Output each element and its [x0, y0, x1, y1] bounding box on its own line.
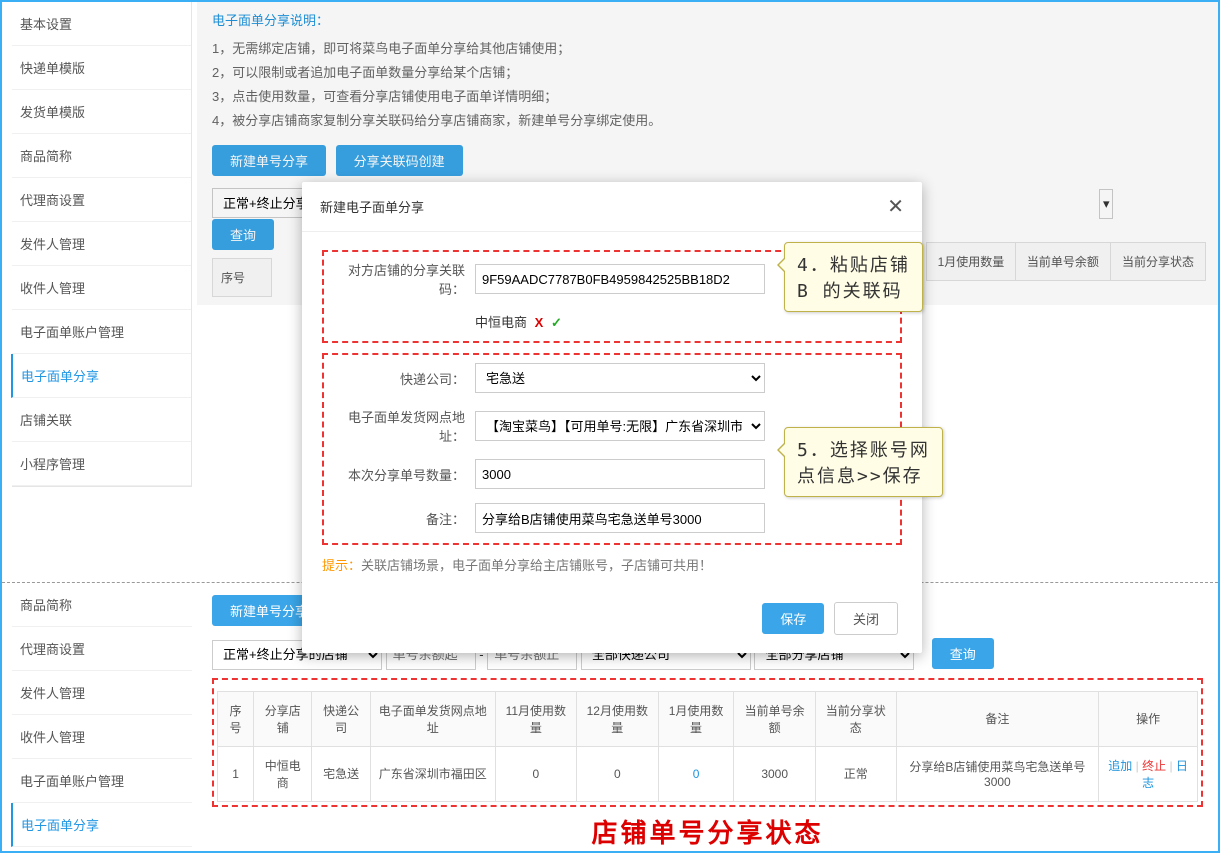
sidebar-item[interactable]: 店铺关联 — [12, 847, 192, 853]
sidebar-item[interactable]: 发件人管理 — [12, 671, 192, 715]
sidebar-item[interactable]: 小程序管理 — [12, 442, 191, 486]
close-button[interactable]: 关闭 — [834, 602, 898, 635]
sidebar-item[interactable]: 电子面单账户管理 — [12, 310, 191, 354]
hint-text: 关联店铺场景，电子面单分享给主店铺账号，子店铺可共用！ — [361, 558, 712, 573]
sidebar-item[interactable]: 商品简称 — [12, 583, 192, 627]
ops-cell: 追加 | 终止 | 日志 — [1099, 746, 1198, 801]
sidebar-item[interactable]: 电子面单分享 — [11, 803, 192, 847]
sidebar-item[interactable]: 收件人管理 — [12, 715, 192, 759]
quantity-input[interactable] — [475, 459, 765, 489]
sidebar-top: 基本设置快递单模版发货单模版商品简称代理商设置发件人管理收件人管理电子面单账户管… — [12, 2, 192, 487]
sidebar-bottom: 商品简称代理商设置发件人管理收件人管理电子面单账户管理电子面单分享店铺关联 — [12, 583, 192, 853]
op-add[interactable]: 追加 — [1108, 759, 1132, 773]
sidebar-item[interactable]: 电子面单分享 — [11, 354, 191, 398]
merchant-name: 中恒电商 — [475, 315, 527, 330]
close-icon[interactable]: ✕ — [887, 194, 904, 219]
check-icon: ✓ — [551, 315, 562, 330]
sidebar-item[interactable]: 代理商设置 — [12, 627, 192, 671]
sidebar-item[interactable]: 基本设置 — [12, 2, 191, 46]
note-input[interactable] — [475, 503, 765, 533]
sidebar-item[interactable]: 发货单模版 — [12, 90, 191, 134]
callout-5: 5．选择账号网点信息>>保存 — [784, 427, 943, 497]
callout-4: 4．粘贴店铺B 的关联码 — [784, 242, 923, 312]
courier-select[interactable]: 宅急送 — [475, 363, 765, 393]
sidebar-item[interactable]: 收件人管理 — [12, 266, 191, 310]
hint-label: 提示： — [322, 558, 361, 573]
sidebar-item[interactable]: 商品简称 — [12, 134, 191, 178]
sidebar-item[interactable]: 发件人管理 — [12, 222, 191, 266]
op-stop[interactable]: 终止 — [1142, 759, 1166, 773]
address-select[interactable]: 【淘宝菜鸟】【可用单号:无限】广东省深圳市福田区 — [475, 411, 765, 441]
month-usage-link[interactable]: 0 — [693, 767, 700, 781]
sidebar-item[interactable]: 店铺关联 — [12, 398, 191, 442]
footer-title: 店铺单号分享状态 — [212, 813, 1203, 850]
table-row: 1 中恒电商 宅急送 广东省深圳市福田区 0 0 0 3000 正常 分享给B店… — [218, 746, 1198, 801]
result-table-box: 序号分享店铺快递公司电子面单发货网点地址11月使用数量12月使用数量1月使用数量… — [212, 678, 1203, 807]
share-code-input[interactable] — [475, 264, 765, 294]
query-button-2[interactable]: 查询 — [932, 638, 994, 669]
modal-title: 新建电子面单分享 — [320, 197, 424, 216]
x-icon[interactable]: X — [535, 315, 544, 330]
result-table: 序号分享店铺快递公司电子面单发货网点地址11月使用数量12月使用数量1月使用数量… — [217, 691, 1198, 802]
sidebar-item[interactable]: 快递单模版 — [12, 46, 191, 90]
save-button[interactable]: 保存 — [762, 603, 824, 634]
sidebar-item[interactable]: 电子面单账户管理 — [12, 759, 192, 803]
sidebar-item[interactable]: 代理商设置 — [12, 178, 191, 222]
